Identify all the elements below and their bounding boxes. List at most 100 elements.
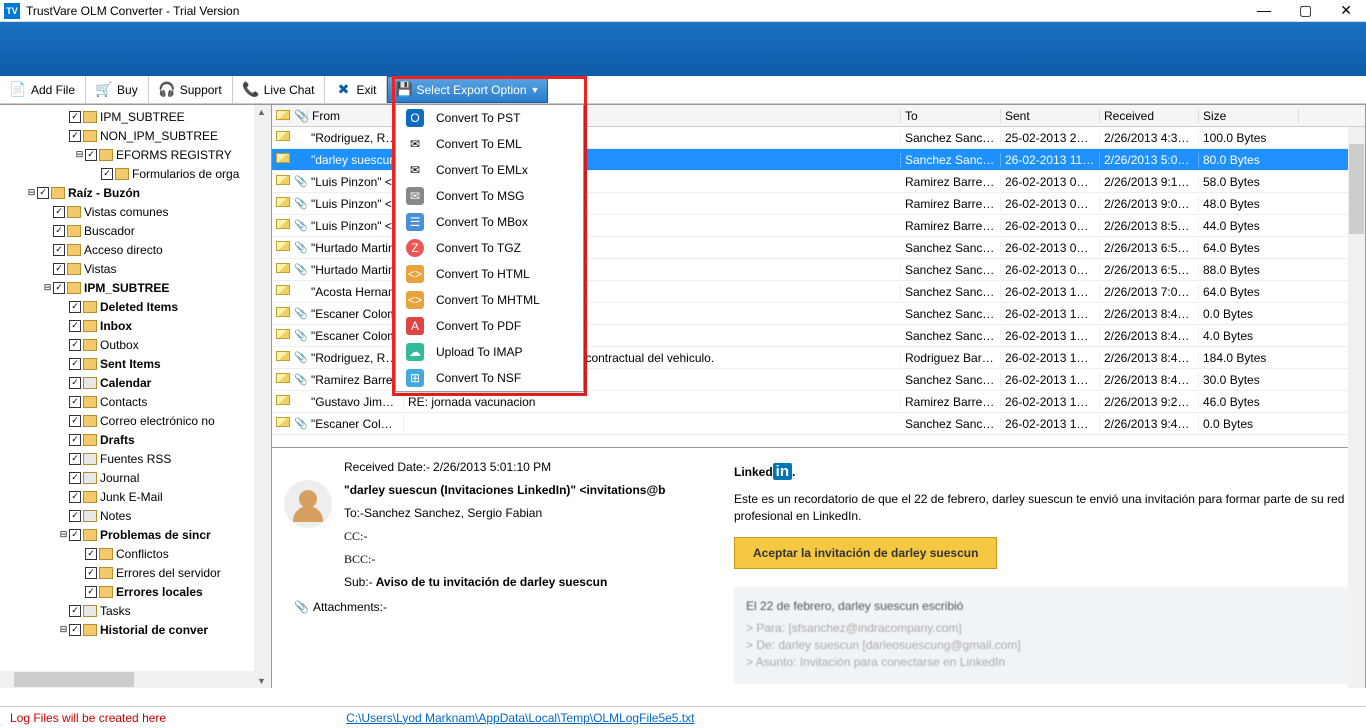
checkbox[interactable] [69, 453, 81, 465]
tree-item[interactable]: Formularios de orga [0, 164, 271, 183]
tree-item[interactable]: Sent Items [0, 354, 271, 373]
accept-invitation-button[interactable]: Aceptar la invitación de darley suescun [734, 537, 997, 569]
tree-item[interactable]: Tasks [0, 601, 271, 620]
close-button[interactable]: ✕ [1340, 2, 1352, 19]
col-received[interactable]: Received [1100, 109, 1199, 123]
checkbox[interactable] [101, 168, 113, 180]
checkbox[interactable] [85, 548, 97, 560]
checkbox[interactable] [53, 206, 65, 218]
checkbox[interactable] [69, 624, 81, 636]
tree-item[interactable]: ⊟Raíz - Buzón [0, 183, 271, 202]
checkbox[interactable] [53, 282, 65, 294]
checkbox[interactable] [69, 396, 81, 408]
mail-icon-cell [272, 131, 290, 144]
export-menu-item[interactable]: ✉Convert To EMLx [396, 157, 583, 183]
expand-icon[interactable]: ⊟ [58, 529, 69, 540]
checkbox[interactable] [85, 567, 97, 579]
exit-button[interactable]: ✖ Exit [325, 76, 387, 103]
export-option-button[interactable]: 💾 Select Export Option ▼ [387, 76, 548, 103]
export-menu-item[interactable]: ✉Convert To MSG [396, 183, 583, 209]
expand-icon[interactable]: ⊟ [74, 149, 85, 160]
expand-icon[interactable]: ⊟ [58, 624, 69, 635]
tree-item[interactable]: Acceso directo [0, 240, 271, 259]
tree-vertical-scrollbar[interactable] [254, 105, 271, 688]
checkbox[interactable] [53, 244, 65, 256]
tree-item[interactable]: Contacts [0, 392, 271, 411]
statusbar: Log Files will be created here C:\Users\… [0, 706, 1366, 728]
export-menu-item[interactable]: AConvert To PDF [396, 313, 583, 339]
col-sent[interactable]: Sent [1001, 109, 1100, 123]
tree-item[interactable]: Junk E-Mail [0, 487, 271, 506]
tree-item[interactable]: Correo electrónico no [0, 411, 271, 430]
tree-item[interactable]: Inbox [0, 316, 271, 335]
checkbox[interactable] [69, 339, 81, 351]
col-attachment[interactable]: 📎 [290, 109, 308, 123]
buy-button[interactable]: 🛒 Buy [86, 76, 149, 103]
support-button[interactable]: 🎧 Support [149, 76, 233, 103]
tree-item[interactable]: Vistas [0, 259, 271, 278]
scrollbar-thumb[interactable] [14, 672, 134, 687]
checkbox[interactable] [69, 320, 81, 332]
checkbox[interactable] [69, 510, 81, 522]
tree-item[interactable]: ⊟Problemas de sincr [0, 525, 271, 544]
folder-tree[interactable]: IPM_SUBTREENON_IPM_SUBTREE⊟EFORMS REGIST… [0, 105, 271, 672]
col-icon[interactable] [272, 109, 290, 123]
export-menu-item[interactable]: <>Convert To HTML [396, 261, 583, 287]
tree-item[interactable]: IPM_SUBTREE [0, 107, 271, 126]
tree-item[interactable]: Buscador [0, 221, 271, 240]
checkbox[interactable] [37, 187, 49, 199]
tree-item[interactable]: ⊟IPM_SUBTREE [0, 278, 271, 297]
checkbox[interactable] [69, 358, 81, 370]
scrollbar-thumb[interactable] [1349, 144, 1364, 234]
checkbox[interactable] [69, 472, 81, 484]
checkbox[interactable] [69, 111, 81, 123]
export-menu[interactable]: OConvert To PST✉Convert To EML✉Convert T… [395, 104, 584, 392]
export-menu-item[interactable]: ☰Convert To MBox [396, 209, 583, 235]
tree-item[interactable]: ⊟Historial de conver [0, 620, 271, 639]
tree-item[interactable]: Conflictos [0, 544, 271, 563]
export-menu-item[interactable]: ZConvert To TGZ [396, 235, 583, 261]
to-cell: Ramirez Barrera, ... [901, 175, 1001, 189]
checkbox[interactable] [69, 415, 81, 427]
checkbox[interactable] [69, 491, 81, 503]
export-menu-item[interactable]: ☁Upload To IMAP [396, 339, 583, 365]
expand-icon[interactable]: ⊟ [26, 187, 37, 198]
live-chat-button[interactable]: 📞 Live Chat [233, 76, 326, 103]
checkbox[interactable] [53, 225, 65, 237]
tree-item[interactable]: Fuentes RSS [0, 449, 271, 468]
tree-item[interactable]: Calendar [0, 373, 271, 392]
col-size[interactable]: Size [1199, 109, 1299, 123]
tree-item[interactable]: ⊟EFORMS REGISTRY [0, 145, 271, 164]
maximize-button[interactable]: ▢ [1299, 2, 1312, 19]
table-row[interactable]: 📎"Escaner Colomb...Sanchez Sanche...26-0… [272, 413, 1365, 435]
tree-item[interactable]: Errores locales [0, 582, 271, 601]
checkbox[interactable] [69, 301, 81, 313]
checkbox[interactable] [69, 434, 81, 446]
log-file-link[interactable]: C:\Users\Lyod Marknam\AppData\Local\Temp… [346, 711, 694, 725]
tree-item[interactable]: Errores del servidor [0, 563, 271, 582]
tree-item[interactable]: Deleted Items [0, 297, 271, 316]
tree-horizontal-scrollbar[interactable] [0, 671, 254, 688]
export-menu-item[interactable]: OConvert To PST [396, 105, 583, 131]
minimize-button[interactable]: — [1257, 2, 1271, 19]
expand-icon[interactable]: ⊟ [42, 282, 53, 293]
table-row[interactable]: "Gustavo Jimene...RE: jornada vacunacion… [272, 391, 1365, 413]
export-menu-item[interactable]: <>Convert To MHTML [396, 287, 583, 313]
tree-item[interactable]: Drafts [0, 430, 271, 449]
tree-item[interactable]: Notes [0, 506, 271, 525]
tree-item[interactable]: NON_IPM_SUBTREE [0, 126, 271, 145]
export-menu-item[interactable]: ✉Convert To EML [396, 131, 583, 157]
tree-item[interactable]: Vistas comunes [0, 202, 271, 221]
checkbox[interactable] [69, 377, 81, 389]
add-file-button[interactable]: 📄 Add File [0, 76, 86, 103]
export-menu-item[interactable]: ⊞Convert To NSF [396, 365, 583, 391]
tree-item[interactable]: Journal [0, 468, 271, 487]
checkbox[interactable] [85, 149, 97, 161]
tree-item[interactable]: Outbox [0, 335, 271, 354]
checkbox[interactable] [69, 605, 81, 617]
checkbox[interactable] [69, 529, 81, 541]
checkbox[interactable] [53, 263, 65, 275]
checkbox[interactable] [85, 586, 97, 598]
col-to[interactable]: To [901, 109, 1001, 123]
checkbox[interactable] [69, 130, 81, 142]
